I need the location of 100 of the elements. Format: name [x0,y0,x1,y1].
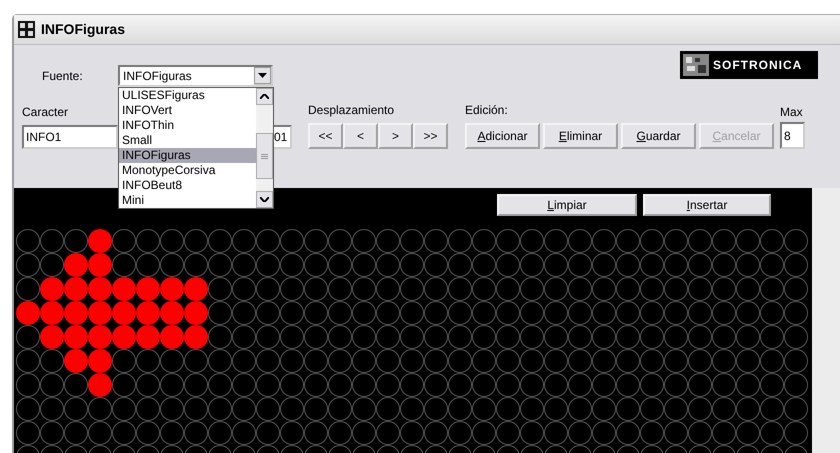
unlit-dot[interactable] [736,349,760,373]
unlit-dot[interactable] [376,325,400,349]
unlit-dot[interactable] [784,229,808,253]
unlit-dot[interactable] [352,325,376,349]
unlit-dot[interactable] [16,325,40,349]
lit-dot[interactable] [136,301,160,325]
unlit-dot[interactable] [568,373,592,397]
unlit-dot[interactable] [496,229,520,253]
unlit-dot[interactable] [712,301,736,325]
scroll-button[interactable]: < [343,123,378,149]
unlit-dot[interactable] [376,397,400,421]
unlit-dot[interactable] [592,373,616,397]
unlit-dot[interactable] [712,397,736,421]
unlit-dot[interactable] [640,325,664,349]
unlit-dot[interactable] [760,373,784,397]
unlit-dot[interactable] [736,325,760,349]
unlit-dot[interactable] [280,325,304,349]
unlit-dot[interactable] [544,277,568,301]
lit-dot[interactable] [64,253,88,277]
unlit-dot[interactable] [616,277,640,301]
lit-dot[interactable] [136,277,160,301]
unlit-dot[interactable] [640,421,664,445]
scroll-button[interactable]: >> [413,123,448,149]
unlit-dot[interactable] [304,229,328,253]
unlit-dot[interactable] [352,397,376,421]
unlit-dot[interactable] [664,229,688,253]
unlit-dot[interactable] [712,349,736,373]
unlit-dot[interactable] [736,277,760,301]
lit-dot[interactable] [112,301,136,325]
unlit-dot[interactable] [760,325,784,349]
unlit-dot[interactable] [688,325,712,349]
unlit-dot[interactable] [256,301,280,325]
unlit-dot[interactable] [280,397,304,421]
unlit-dot[interactable] [664,301,688,325]
unlit-dot[interactable] [16,349,40,373]
unlit-dot[interactable] [160,229,184,253]
unlit-dot[interactable] [184,349,208,373]
unlit-dot[interactable] [352,421,376,445]
unlit-dot[interactable] [472,301,496,325]
unlit-dot[interactable] [544,421,568,445]
unlit-dot[interactable] [328,373,352,397]
unlit-dot[interactable] [40,253,64,277]
unlit-dot[interactable] [448,421,472,445]
unlit-dot[interactable] [400,253,424,277]
unlit-dot[interactable] [448,397,472,421]
unlit-dot[interactable] [424,325,448,349]
lit-dot[interactable] [88,349,112,373]
unlit-dot[interactable] [208,301,232,325]
unlit-dot[interactable] [352,229,376,253]
clear-button[interactable]: Limpiar [497,194,637,216]
unlit-dot[interactable] [568,277,592,301]
unlit-dot[interactable] [760,277,784,301]
lit-dot[interactable] [112,277,136,301]
unlit-dot[interactable] [16,421,40,445]
unlit-dot[interactable] [160,253,184,277]
unlit-dot[interactable] [184,397,208,421]
unlit-dot[interactable] [688,277,712,301]
unlit-dot[interactable] [760,253,784,277]
edit-button[interactable]: Eliminar [543,123,618,149]
unlit-dot[interactable] [208,277,232,301]
unlit-dot[interactable] [736,301,760,325]
scroll-button[interactable]: > [378,123,413,149]
unlit-dot[interactable] [544,373,568,397]
unlit-dot[interactable] [760,229,784,253]
unlit-dot[interactable] [208,349,232,373]
unlit-dot[interactable] [448,277,472,301]
unlit-dot[interactable] [520,301,544,325]
unlit-dot[interactable] [472,373,496,397]
unlit-dot[interactable] [424,397,448,421]
font-option[interactable]: INFOFiguras [119,148,256,163]
unlit-dot[interactable] [136,373,160,397]
unlit-dot[interactable] [592,253,616,277]
unlit-dot[interactable] [472,349,496,373]
unlit-dot[interactable] [136,229,160,253]
unlit-dot[interactable] [640,349,664,373]
unlit-dot[interactable] [280,301,304,325]
scroll-up-button[interactable] [256,88,273,105]
lit-dot[interactable] [40,325,64,349]
unlit-dot[interactable] [136,397,160,421]
unlit-dot[interactable] [256,253,280,277]
unlit-dot[interactable] [448,253,472,277]
unlit-dot[interactable] [208,373,232,397]
unlit-dot[interactable] [616,325,640,349]
unlit-dot[interactable] [424,349,448,373]
unlit-dot[interactable] [784,301,808,325]
unlit-dot[interactable] [64,229,88,253]
unlit-dot[interactable] [592,325,616,349]
font-option[interactable]: ULISESFiguras [119,88,256,103]
lit-dot[interactable] [88,277,112,301]
unlit-dot[interactable] [640,301,664,325]
unlit-dot[interactable] [712,277,736,301]
unlit-dot[interactable] [160,373,184,397]
unlit-dot[interactable] [496,397,520,421]
unlit-dot[interactable] [256,397,280,421]
lit-dot[interactable] [88,253,112,277]
unlit-dot[interactable] [640,373,664,397]
unlit-dot[interactable] [544,229,568,253]
unlit-dot[interactable] [352,301,376,325]
unlit-dot[interactable] [256,373,280,397]
unlit-dot[interactable] [592,277,616,301]
